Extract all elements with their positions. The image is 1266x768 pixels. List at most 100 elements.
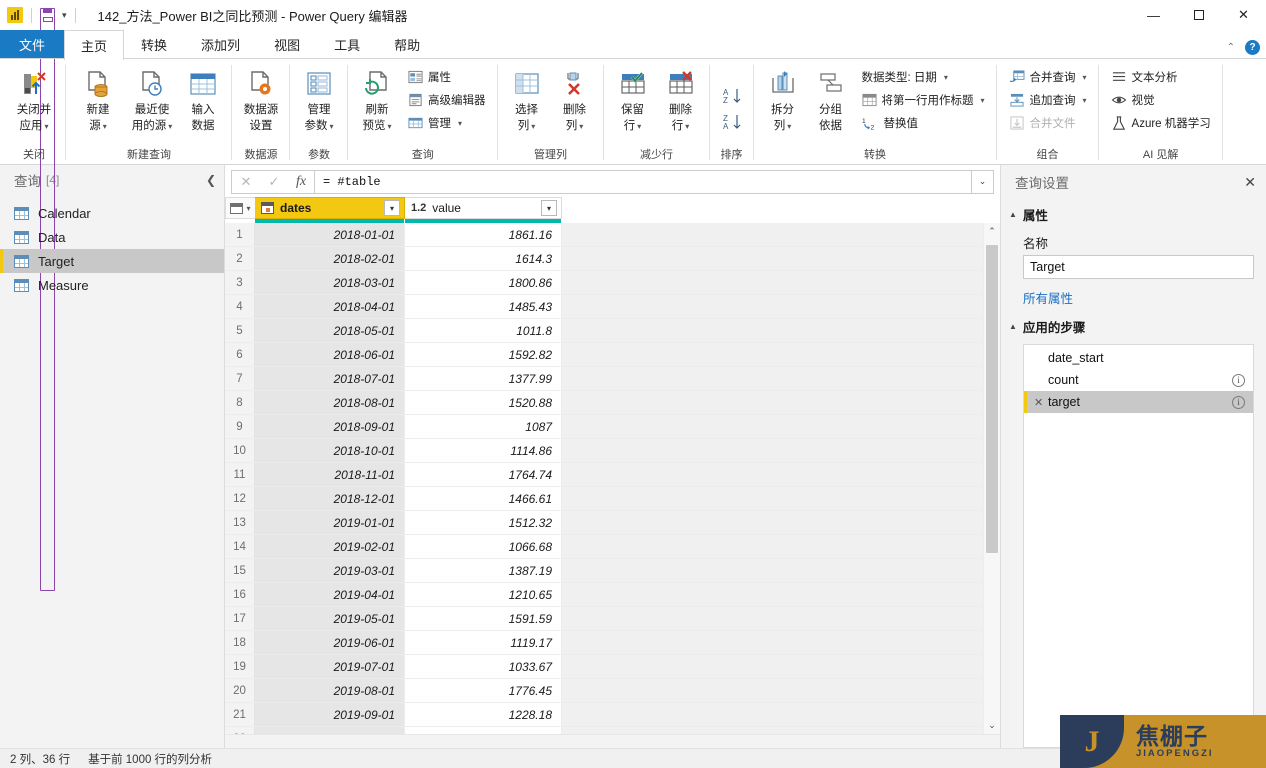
merge-queries-caret-icon[interactable]: ▾ — [1083, 73, 1087, 82]
step-info-icon[interactable]: i — [1232, 373, 1245, 387]
cell-dates[interactable]: 2018-05-01 — [255, 319, 405, 342]
data-type-caret-icon[interactable]: ▾ — [944, 73, 948, 82]
cell-dates[interactable]: 2019-08-01 — [255, 679, 405, 702]
cell-value[interactable]: 1520.88 — [405, 391, 562, 414]
cell-value[interactable]: 1512.32 — [405, 511, 562, 534]
table-row[interactable]: 20 2019-08-01 1776.45 — [225, 679, 1000, 703]
azure-ml-button[interactable]: Azure 机器学习 — [1105, 112, 1217, 134]
column-header-dates[interactable]: dates ▾ — [255, 197, 405, 219]
table-row[interactable]: 2 2018-02-01 1614.3 — [225, 247, 1000, 271]
cell-value[interactable]: 1764.74 — [405, 463, 562, 486]
scrollbar-thumb[interactable] — [986, 245, 998, 553]
collapse-queries-pane-icon[interactable]: ❮ — [206, 173, 216, 187]
table-row[interactable]: 10 2018-10-01 1114.86 — [225, 439, 1000, 463]
cell-value[interactable]: 1466.61 — [405, 487, 562, 510]
chevron-down-icon[interactable]: ▲ — [1009, 322, 1017, 331]
tab-file[interactable]: 文件 — [0, 30, 65, 58]
cell-dates[interactable]: 2019-04-01 — [255, 583, 405, 606]
formula-input[interactable]: = #table — [314, 169, 972, 194]
help-icon[interactable]: ? — [1245, 40, 1260, 55]
manage-button[interactable]: 管理 ▾ — [402, 112, 492, 134]
split-column-button[interactable]: 拆分 列 ▾ — [760, 63, 806, 138]
cell-dates[interactable]: 2018-06-01 — [255, 343, 405, 366]
cell-value[interactable]: 1033.67 — [405, 655, 562, 678]
cell-dates[interactable]: 2018-02-01 — [255, 247, 405, 270]
tab-view[interactable]: 视图 — [257, 30, 317, 58]
use-first-row-header-caret-icon[interactable]: ▾ — [981, 96, 985, 105]
choose-columns-button[interactable]: 选择 列 ▾ — [504, 63, 550, 138]
applied-step-target[interactable]: ✕ target i — [1024, 391, 1253, 413]
enter-data-button[interactable]: 输入 数据 — [180, 63, 226, 137]
cell-value[interactable]: 1614.3 — [405, 247, 562, 270]
properties-section-header[interactable]: ▲ 属性 — [1001, 199, 1266, 226]
cell-value[interactable]: 1592.82 — [405, 343, 562, 366]
table-row[interactable]: 6 2018-06-01 1592.82 — [225, 343, 1000, 367]
cell-value[interactable]: 1011.8 — [405, 319, 562, 342]
cell-value[interactable]: 1387.19 — [405, 559, 562, 582]
scroll-up-icon[interactable]: ⌃ — [984, 223, 1000, 240]
column-filter-dropdown-icon[interactable]: ▾ — [384, 200, 400, 216]
group-by-button[interactable]: 分组 依据 — [808, 63, 854, 137]
fx-icon[interactable]: fx — [288, 171, 314, 193]
cell-dates[interactable]: 2019-09-01 — [255, 703, 405, 726]
table-row[interactable]: 1 2018-01-01 1861.16 — [225, 223, 1000, 247]
table-row[interactable]: 11 2018-11-01 1764.74 — [225, 463, 1000, 487]
cell-dates[interactable]: 2019-03-01 — [255, 559, 405, 582]
recent-sources-button[interactable]: 最近使 用的源 ▾ — [126, 63, 178, 138]
cell-dates[interactable]: 2019-06-01 — [255, 631, 405, 654]
cell-dates[interactable]: 2019-02-01 — [255, 535, 405, 558]
merge-queries-button[interactable]: 合并查询 ▾ — [1003, 66, 1093, 88]
cell-value[interactable]: 1377.99 — [405, 367, 562, 390]
keep-rows-button[interactable]: 保留 行 ▾ — [610, 63, 656, 138]
text-analytics-button[interactable]: 文本分析 — [1105, 66, 1217, 88]
chevron-down-icon[interactable]: ▲ — [1009, 210, 1017, 219]
cell-value[interactable]: 1485.43 — [405, 295, 562, 318]
use-first-row-header-button[interactable]: 将第一行用作标题 ▾ — [856, 89, 991, 111]
tab-tools[interactable]: 工具 — [317, 30, 377, 58]
table-row[interactable]: 8 2018-08-01 1520.88 — [225, 391, 1000, 415]
cell-dates[interactable]: 2018-10-01 — [255, 439, 405, 462]
vision-button[interactable]: 视觉 — [1105, 89, 1217, 111]
close-button[interactable]: ✕ — [1221, 0, 1266, 30]
cell-dates[interactable]: 2018-09-01 — [255, 415, 405, 438]
cell-dates[interactable]: 2019-01-01 — [255, 511, 405, 534]
applied-step-count[interactable]: count i — [1024, 369, 1253, 391]
sort-descending-button[interactable]: Z A — [716, 110, 748, 134]
cell-value[interactable]: 1087 — [405, 415, 562, 438]
table-row[interactable]: 15 2019-03-01 1387.19 — [225, 559, 1000, 583]
cell-dates[interactable]: 2019-05-01 — [255, 607, 405, 630]
save-icon[interactable] — [40, 7, 55, 591]
scroll-down-icon[interactable]: ⌄ — [984, 717, 1000, 734]
cell-value[interactable]: 1591.59 — [405, 607, 562, 630]
formula-cancel-icon[interactable]: ✕ — [232, 171, 260, 193]
tab-home[interactable]: 主页 — [64, 30, 125, 60]
maximize-button[interactable] — [1176, 0, 1221, 30]
query-item-calendar[interactable]: Calendar — [0, 201, 224, 225]
table-row[interactable]: 4 2018-04-01 1485.43 — [225, 295, 1000, 319]
table-row[interactable]: 19 2019-07-01 1033.67 — [225, 655, 1000, 679]
cell-dates[interactable]: 2018-11-01 — [255, 463, 405, 486]
append-queries-caret-icon[interactable]: ▾ — [1083, 96, 1087, 105]
cell-dates[interactable]: 2018-12-01 — [255, 487, 405, 510]
remove-columns-button[interactable]: 删除 列 ▾ — [552, 63, 598, 138]
manage-parameters-button[interactable]: 管理 参数 ▾ — [296, 63, 342, 138]
cell-dates[interactable]: 2018-04-01 — [255, 295, 405, 318]
table-row[interactable]: 222019-10-011515.3 — [225, 727, 1000, 734]
minimize-button[interactable]: — — [1131, 0, 1176, 30]
applied-step-date-start[interactable]: date_start — [1024, 347, 1253, 369]
data-source-settings-button[interactable]: 数据源 设置 — [238, 63, 284, 137]
table-row[interactable]: 21 2019-09-01 1228.18 — [225, 703, 1000, 727]
cell-dates[interactable]: 2019-10-01 — [255, 727, 405, 734]
delete-step-icon[interactable]: ✕ — [1034, 396, 1048, 409]
query-item-measure[interactable]: Measure — [0, 273, 224, 297]
formula-expand-icon[interactable]: ⌄ — [972, 169, 994, 194]
replace-values-button[interactable]: 1 2 替换值 — [856, 112, 991, 134]
table-row[interactable]: 17 2019-05-01 1591.59 — [225, 607, 1000, 631]
step-info-icon[interactable]: i — [1232, 395, 1245, 409]
data-type-button[interactable]: 数据类型: 日期 ▾ — [856, 66, 991, 88]
cell-dates[interactable]: 2018-03-01 — [255, 271, 405, 294]
cell-value[interactable]: 1210.65 — [405, 583, 562, 606]
new-source-button[interactable]: 新建 源 ▾ — [72, 63, 124, 138]
cell-value[interactable]: 1066.68 — [405, 535, 562, 558]
tab-help[interactable]: 帮助 — [377, 30, 437, 58]
